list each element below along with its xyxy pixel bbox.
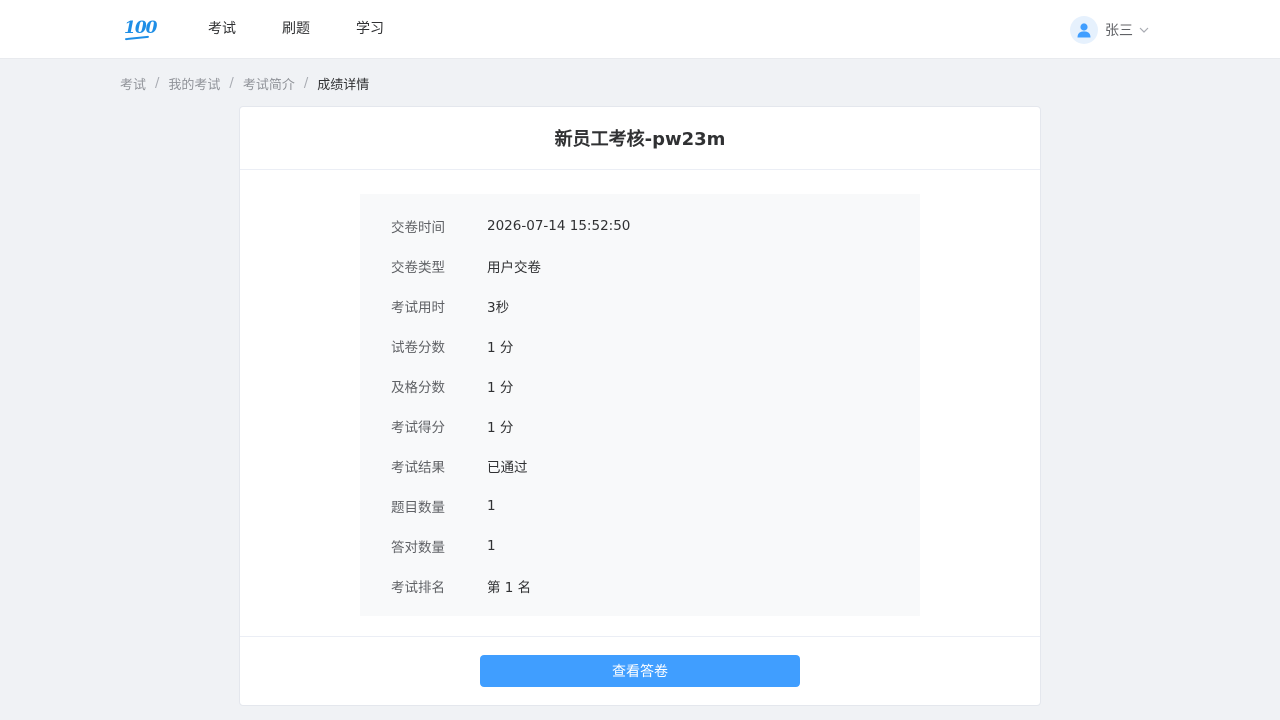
info-label: 考试排名 bbox=[391, 580, 445, 596]
breadcrumb-item-exam-intro[interactable]: 考试简介 bbox=[243, 74, 295, 93]
info-value: 1 分 bbox=[487, 340, 514, 356]
user-name[interactable]: 张三 bbox=[1105, 20, 1133, 40]
info-row-correct-count: 答对数量 1 bbox=[360, 526, 920, 566]
info-value: 已通过 bbox=[487, 460, 528, 476]
info-label: 交卷时间 bbox=[391, 220, 445, 236]
info-row-submit-time: 交卷时间 2026-07-14 15:52:50 bbox=[360, 206, 920, 246]
breadcrumb: 考试 / 我的考试 / 考试简介 / 成绩详情 bbox=[120, 74, 370, 93]
info-label: 考试用时 bbox=[391, 300, 445, 316]
top-header: 100 考试 刷题 学习 张三 bbox=[0, 0, 1280, 59]
info-label: 及格分数 bbox=[391, 380, 445, 396]
breadcrumb-item-exam[interactable]: 考试 bbox=[120, 74, 146, 93]
info-row-question-count: 题目数量 1 bbox=[360, 486, 920, 526]
user-icon bbox=[1077, 23, 1091, 38]
info-row-obtained-score: 考试得分 1 分 bbox=[360, 406, 920, 446]
info-value: 1 bbox=[487, 498, 496, 514]
info-label: 题目数量 bbox=[391, 500, 445, 516]
info-row-result: 考试结果 已通过 bbox=[360, 446, 920, 486]
info-label: 考试结果 bbox=[391, 460, 445, 476]
info-row-paper-score: 试卷分数 1 分 bbox=[360, 326, 920, 366]
breadcrumb-item-my-exams[interactable]: 我的考试 bbox=[168, 74, 220, 93]
nav-item-study[interactable]: 学习 bbox=[356, 0, 384, 59]
info-row-pass-score: 及格分数 1 分 bbox=[360, 366, 920, 406]
breadcrumb-separator: / bbox=[303, 75, 309, 91]
info-value: 1 分 bbox=[487, 380, 514, 396]
nav-item-exam[interactable]: 考试 bbox=[208, 0, 236, 59]
chevron-down-icon[interactable] bbox=[1139, 27, 1149, 33]
info-value: 1 分 bbox=[487, 420, 514, 436]
breadcrumb-separator: / bbox=[229, 75, 234, 91]
main-nav: 考试 刷题 学习 bbox=[208, 0, 430, 59]
card-footer: 查看答卷 bbox=[240, 636, 1040, 705]
exam-title: 新员工考核-pw23m bbox=[240, 107, 1040, 170]
info-value: 第 1 名 bbox=[487, 580, 532, 596]
info-value: 用户交卷 bbox=[487, 260, 541, 276]
info-label: 答对数量 bbox=[391, 540, 445, 556]
user-menu[interactable]: 张三 bbox=[1070, 15, 1149, 45]
info-row-submit-type: 交卷类型 用户交卷 bbox=[360, 246, 920, 286]
info-label: 试卷分数 bbox=[391, 340, 445, 356]
logo[interactable]: 100 bbox=[124, 18, 157, 42]
info-label: 交卷类型 bbox=[391, 260, 445, 276]
info-value: 2026-07-14 15:52:50 bbox=[487, 218, 631, 234]
score-details-card: 新员工考核-pw23m 交卷时间 2026-07-14 15:52:50 交卷类… bbox=[239, 106, 1041, 706]
info-value: 1 bbox=[487, 538, 496, 554]
info-value: 3秒 bbox=[487, 300, 510, 316]
exam-info-panel: 交卷时间 2026-07-14 15:52:50 交卷类型 用户交卷 考试用时 … bbox=[360, 194, 920, 616]
nav-item-practice[interactable]: 刷题 bbox=[282, 0, 310, 59]
info-row-duration: 考试用时 3秒 bbox=[360, 286, 920, 326]
breadcrumb-item-score-details: 成绩详情 bbox=[317, 77, 370, 93]
logo-text: 100 bbox=[124, 18, 157, 38]
breadcrumb-separator: / bbox=[155, 75, 160, 91]
info-label: 考试得分 bbox=[391, 420, 445, 436]
info-row-ranking: 考试排名 第 1 名 bbox=[360, 566, 920, 606]
view-answer-sheet-button[interactable]: 查看答卷 bbox=[480, 655, 800, 687]
avatar[interactable] bbox=[1070, 16, 1098, 44]
